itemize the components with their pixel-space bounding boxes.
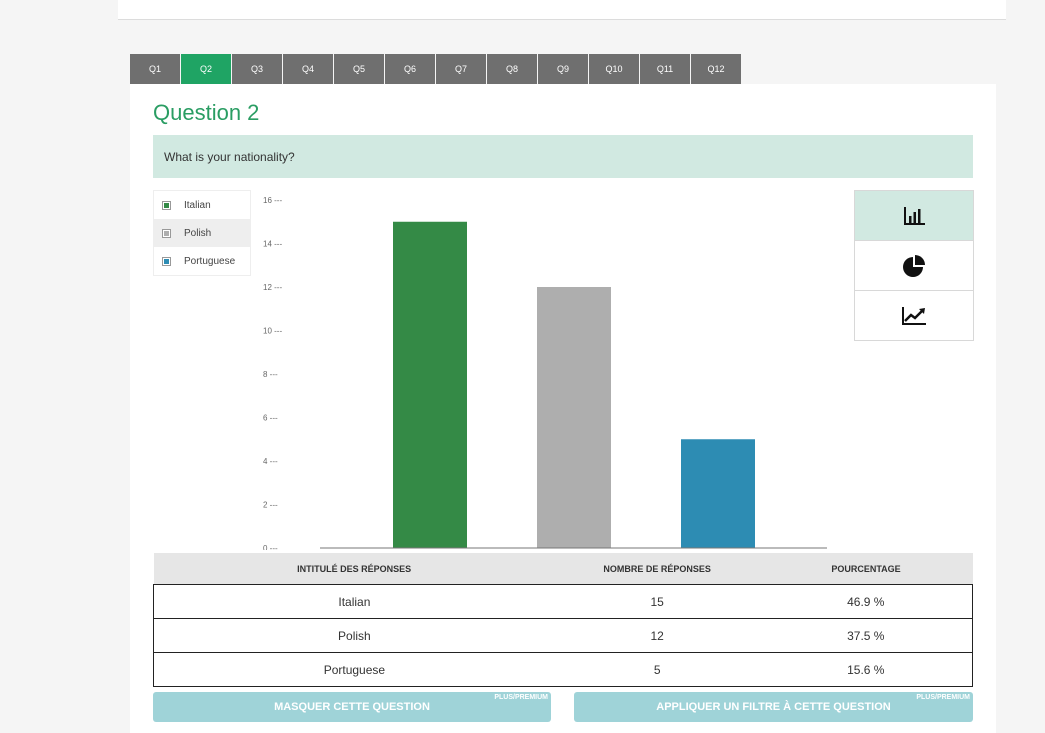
y-tick-label: 10 ---	[263, 327, 282, 336]
legend-item-portuguese: Portuguese	[154, 247, 250, 275]
count-cell: 5	[554, 652, 760, 687]
table-header-row: INTITULÉ DES RÉPONSES NOMBRE DE RÉPONSES…	[153, 553, 973, 585]
line-chart-button[interactable]	[855, 291, 973, 340]
y-tick-label: 14 ---	[263, 240, 282, 249]
tab-q9[interactable]: Q9	[538, 54, 588, 84]
filter-question-label: APPLIQUER UN FILTRE À CETTE QUESTION	[656, 701, 891, 713]
pie-chart-icon	[903, 254, 925, 277]
tab-q3[interactable]: Q3	[232, 54, 282, 84]
bar-portuguese	[681, 439, 755, 548]
bar-italian	[393, 221, 467, 548]
tab-q1[interactable]: Q1	[130, 54, 180, 84]
question-actions: MASQUER CETTE QUESTION PLUS/PREMIUM APPL…	[153, 692, 973, 722]
bar-chart-button[interactable]	[855, 191, 973, 241]
legend-item-polish: Polish	[154, 219, 250, 247]
line-chart-icon	[902, 306, 926, 325]
count-cell: 12	[554, 618, 760, 653]
question-title: Question 2	[153, 100, 260, 125]
table-row: Portuguese 5 15.6 %	[152, 652, 973, 687]
legend-swatch	[162, 200, 171, 210]
percent-cell: 46.9 %	[759, 584, 973, 619]
y-tick-label: 0 ---	[263, 544, 278, 550]
answer-cell: Portuguese	[152, 652, 555, 687]
tab-q8[interactable]: Q8	[487, 54, 537, 84]
answer-cell: Polish	[152, 618, 555, 653]
y-tick-label: 16 ---	[263, 196, 282, 205]
tab-q12[interactable]: Q12	[691, 54, 741, 84]
results-table: INTITULÉ DES RÉPONSES NOMBRE DE RÉPONSES…	[152, 553, 973, 687]
pie-chart-button[interactable]	[855, 241, 973, 291]
y-tick-label: 4 ---	[263, 457, 278, 466]
chart-legend: Italian Polish Portuguese	[153, 190, 251, 276]
tab-q5[interactable]: Q5	[334, 54, 384, 84]
question-panel: Question 2 What is your nationality? Ita…	[130, 84, 996, 733]
chart-type-selector	[854, 190, 974, 341]
percent-cell: 37.5 %	[759, 618, 973, 653]
bar-chart-icon	[904, 206, 925, 225]
table-row: Italian 15 46.9 %	[152, 584, 973, 619]
premium-badge: PLUS/PREMIUM	[916, 694, 970, 701]
bar-polish	[537, 287, 611, 548]
col-answer-header: INTITULÉ DES RÉPONSES	[153, 553, 555, 585]
y-tick-label: 8 ---	[263, 370, 278, 379]
y-tick-label: 2 ---	[263, 501, 278, 510]
legend-item-italian: Italian	[154, 191, 250, 219]
tab-q11[interactable]: Q11	[640, 54, 690, 84]
tab-q7[interactable]: Q7	[436, 54, 486, 84]
y-tick-label: 6 ---	[263, 414, 278, 423]
top-bar	[118, 0, 1006, 20]
tab-q4[interactable]: Q4	[283, 54, 333, 84]
filter-question-button[interactable]: APPLIQUER UN FILTRE À CETTE QUESTION PLU…	[574, 692, 973, 722]
legend-swatch	[162, 228, 171, 238]
legend-label: Portuguese	[184, 255, 236, 267]
legend-label: Polish	[184, 227, 212, 239]
hide-question-label: MASQUER CETTE QUESTION	[274, 701, 430, 713]
col-percent-header: POURCENTAGE	[759, 553, 973, 585]
tab-q6[interactable]: Q6	[385, 54, 435, 84]
answer-cell: Italian	[152, 584, 555, 619]
percent-cell: 15.6 %	[759, 652, 973, 687]
y-tick-label: 12 ---	[263, 283, 282, 292]
legend-label: Italian	[184, 199, 211, 211]
count-cell: 15	[554, 584, 760, 619]
question-text: What is your nationality?	[153, 135, 973, 178]
legend-swatch	[162, 256, 171, 266]
question-tabs: Q1 Q2 Q3 Q4 Q5 Q6 Q7 Q8 Q9 Q10 Q11 Q12	[130, 54, 742, 84]
col-count-header: NOMBRE DE RÉPONSES	[554, 553, 760, 585]
premium-badge: PLUS/PREMIUM	[494, 694, 548, 701]
tab-q2[interactable]: Q2	[181, 54, 231, 84]
table-row: Polish 12 37.5 %	[152, 618, 973, 653]
bar-chart: 0 --- 2 --- 4 --- 6 --- 8 --- 10 --- 12 --- 14 …	[263, 196, 827, 550]
tab-q10[interactable]: Q10	[589, 54, 639, 84]
hide-question-button[interactable]: MASQUER CETTE QUESTION PLUS/PREMIUM	[153, 692, 551, 722]
